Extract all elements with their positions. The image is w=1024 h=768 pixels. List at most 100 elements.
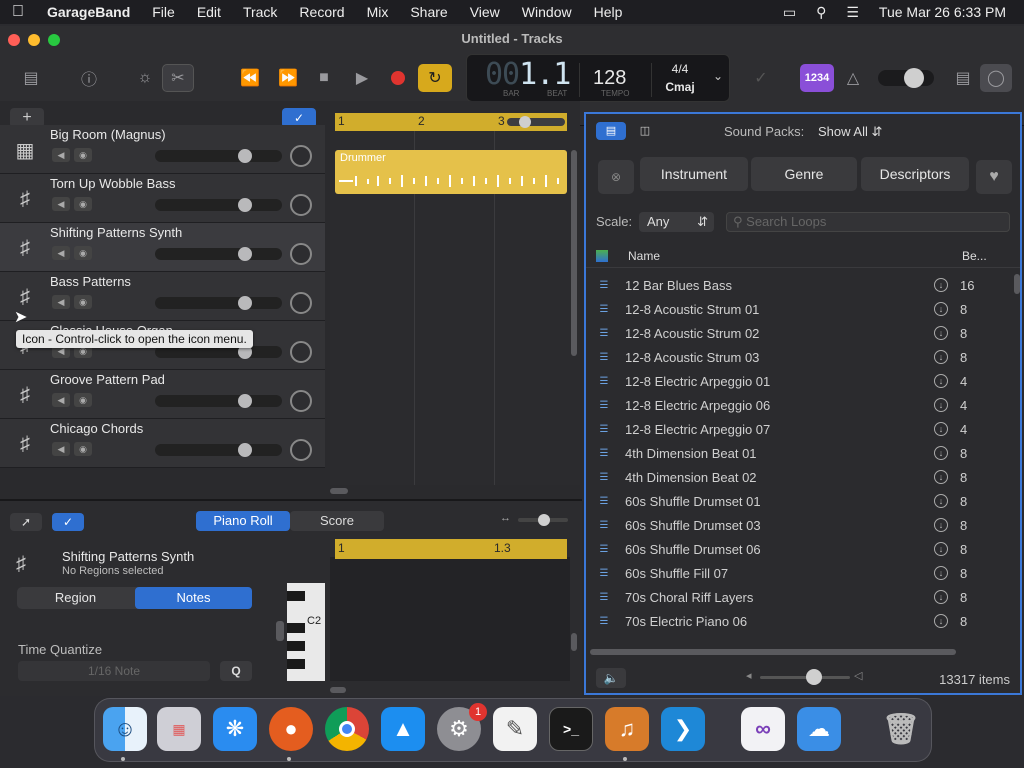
loop-row[interactable]: ☰ 4th Dimension Beat 02 ↓ 8 (586, 466, 1020, 490)
headphones-icon[interactable]: ◉ (74, 295, 92, 309)
editor-vertical-scrollbar[interactable] (571, 633, 577, 651)
menu-share[interactable]: Share (399, 4, 458, 20)
drum-machine-icon[interactable]: ▦ (10, 135, 40, 165)
download-icon[interactable]: ↓ (934, 518, 948, 532)
safari-icon[interactable]: ❋ (213, 707, 257, 751)
record-button[interactable] (386, 64, 410, 92)
editors-scissors-button[interactable]: ✂ (162, 64, 194, 92)
drummer-region[interactable]: Drummer (335, 150, 567, 194)
download-icon[interactable]: ↓ (934, 614, 948, 628)
preview-speaker-button[interactable]: 🔈 (596, 668, 626, 688)
preview-volume-slider[interactable]: ◂ ◁ (746, 669, 866, 685)
textedit-icon[interactable]: ✎ (493, 707, 537, 751)
timeline-horizontal-scrollbar[interactable] (330, 488, 348, 494)
track-name[interactable]: Big Room (Magnus) (50, 127, 166, 142)
download-icon[interactable]: ↓ (934, 494, 948, 508)
menu-window[interactable]: Window (511, 4, 583, 20)
volume-slider[interactable] (155, 444, 282, 456)
track-row[interactable]: ♯ Shifting Patterns Synth ◀ ◉ (0, 223, 325, 272)
volume-slider[interactable] (155, 150, 282, 162)
inspector-scrollbar[interactable] (276, 621, 284, 641)
track-name[interactable]: Shifting Patterns Synth (50, 225, 182, 240)
terminal-icon[interactable]: >_ (549, 707, 593, 751)
notepad-icon[interactable]: ▤ (950, 64, 976, 92)
loop-row[interactable]: ☰ 70s Electric Piano 06 ↓ 8 (586, 610, 1020, 634)
tab-score[interactable]: Score (290, 511, 384, 531)
volume-knob[interactable] (238, 394, 252, 408)
menu-mix[interactable]: Mix (356, 4, 400, 20)
loop-row[interactable]: ☰ 60s Shuffle Drumset 01 ↓ 8 (586, 490, 1020, 514)
column-header-name[interactable]: Name (628, 249, 660, 263)
mute-icon[interactable]: ◀ (52, 197, 70, 211)
help-icon[interactable]: ⓘ (76, 64, 102, 92)
editor-horizontal-scrollbar[interactable] (330, 687, 346, 693)
volume-slider[interactable] (155, 199, 282, 211)
loop-list-horizontal-scrollbar[interactable] (590, 649, 956, 655)
download-icon[interactable]: ↓ (934, 422, 948, 436)
track-name[interactable]: Groove Pattern Pad (50, 372, 165, 387)
timeline-ruler[interactable]: 1 2 3 (335, 113, 567, 131)
pan-knob[interactable] (290, 292, 312, 314)
spotlight-search-icon[interactable]: ⚲ (816, 4, 826, 21)
smart-controls-icon[interactable]: ☼ (132, 64, 158, 92)
headphones-icon[interactable]: ◉ (74, 197, 92, 211)
loop-row[interactable]: ☰ 60s Shuffle Drumset 06 ↓ 8 (586, 538, 1020, 562)
volume-slider[interactable] (155, 395, 282, 407)
track-row[interactable]: ♯ Torn Up Wobble Bass ◀ ◉ (0, 174, 325, 223)
control-center-icon[interactable]: ☰ (846, 4, 859, 21)
pan-knob[interactable] (290, 439, 312, 461)
menu-view[interactable]: View (459, 4, 511, 20)
headphones-icon[interactable]: ◉ (74, 246, 92, 260)
loop-row[interactable]: ☰ 12-8 Acoustic Strum 01 ↓ 8 (586, 298, 1020, 322)
volume-knob[interactable] (238, 198, 252, 212)
firefox-icon[interactable]: ● (269, 707, 313, 751)
track-row[interactable]: ▦ Big Room (Magnus) ◀ ◉ (0, 125, 325, 174)
loop-row[interactable]: ☰ 70s Choral Riff Layers ↓ 8 (586, 586, 1020, 610)
lcd-display[interactable]: 001.1 BAR BEAT 128 TEMPO 4/4 Cmaj ⌄ (466, 54, 730, 102)
garageband-icon[interactable]: ♫ (605, 707, 649, 751)
menu-clock[interactable]: Tue Mar 26 6:33 PM (879, 4, 1006, 20)
headphones-icon[interactable]: ◉ (74, 442, 92, 456)
download-icon[interactable]: ↓ (934, 590, 948, 604)
mute-icon[interactable]: ◀ (52, 442, 70, 456)
download-icon[interactable]: ↓ (934, 374, 948, 388)
zoom-slider[interactable] (507, 116, 565, 128)
volume-knob[interactable] (238, 443, 252, 457)
loop-row[interactable]: ☰ 60s Shuffle Fill 07 ↓ 8 (586, 562, 1020, 586)
menu-app[interactable]: GarageBand (36, 4, 141, 20)
time-quantize-select[interactable]: 1/16 Note (18, 661, 210, 681)
column-header-beats[interactable]: Be... (962, 249, 987, 263)
download-icon[interactable]: ↓ (934, 278, 948, 292)
download-icon[interactable]: ↓ (934, 542, 948, 556)
menu-file[interactable]: File (141, 4, 186, 20)
track-name[interactable]: Bass Patterns (50, 274, 131, 289)
loop-row[interactable]: ☰ 60s Shuffle Drumset 03 ↓ 8 (586, 514, 1020, 538)
view-button-icon[interactable]: ▤ (596, 122, 626, 140)
keyboard-icon[interactable]: ♯ (10, 233, 40, 263)
filter-descriptors-button[interactable]: Descriptors (861, 157, 969, 191)
track-name[interactable]: Chicago Chords (50, 421, 143, 436)
piano-keyboard[interactable]: C2 (287, 583, 325, 681)
download-icon[interactable]: ↓ (934, 566, 948, 580)
download-icon[interactable]: ↓ (934, 398, 948, 412)
editor-zoom-slider[interactable]: ↔ (500, 512, 570, 526)
volume-knob[interactable] (238, 296, 252, 310)
tab-piano-roll[interactable]: Piano Roll (196, 511, 290, 531)
menu-edit[interactable]: Edit (186, 4, 232, 20)
rewind-icon[interactable]: ⏪ (236, 64, 264, 92)
stop-icon[interactable]: ■ (312, 64, 336, 92)
clear-filter-button[interactable]: ⊗ (598, 160, 634, 194)
mute-icon[interactable]: ◀ (52, 295, 70, 309)
library-icon[interactable]: ▤ (18, 64, 44, 92)
finder-icon[interactable]: ☺ (103, 707, 147, 751)
download-icon[interactable]: ↓ (934, 446, 948, 460)
favorites-icon[interactable]: ♥ (976, 160, 1012, 194)
volume-slider[interactable] (155, 248, 282, 260)
lcd-tempo[interactable]: 128 (593, 67, 626, 90)
metronome-icon[interactable]: △ (840, 64, 866, 92)
sound-packs-select[interactable]: Show All ⇵ (818, 124, 882, 140)
loop-row[interactable]: ☰ 4th Dimension Beat 01 ↓ 8 (586, 442, 1020, 466)
loop-row[interactable]: ☰ 12-8 Electric Arpeggio 01 ↓ 4 (586, 370, 1020, 394)
loop-row[interactable]: ☰ 12-8 Acoustic Strum 02 ↓ 8 (586, 322, 1020, 346)
lcd-chevron-down-icon[interactable]: ⌄ (713, 69, 723, 83)
